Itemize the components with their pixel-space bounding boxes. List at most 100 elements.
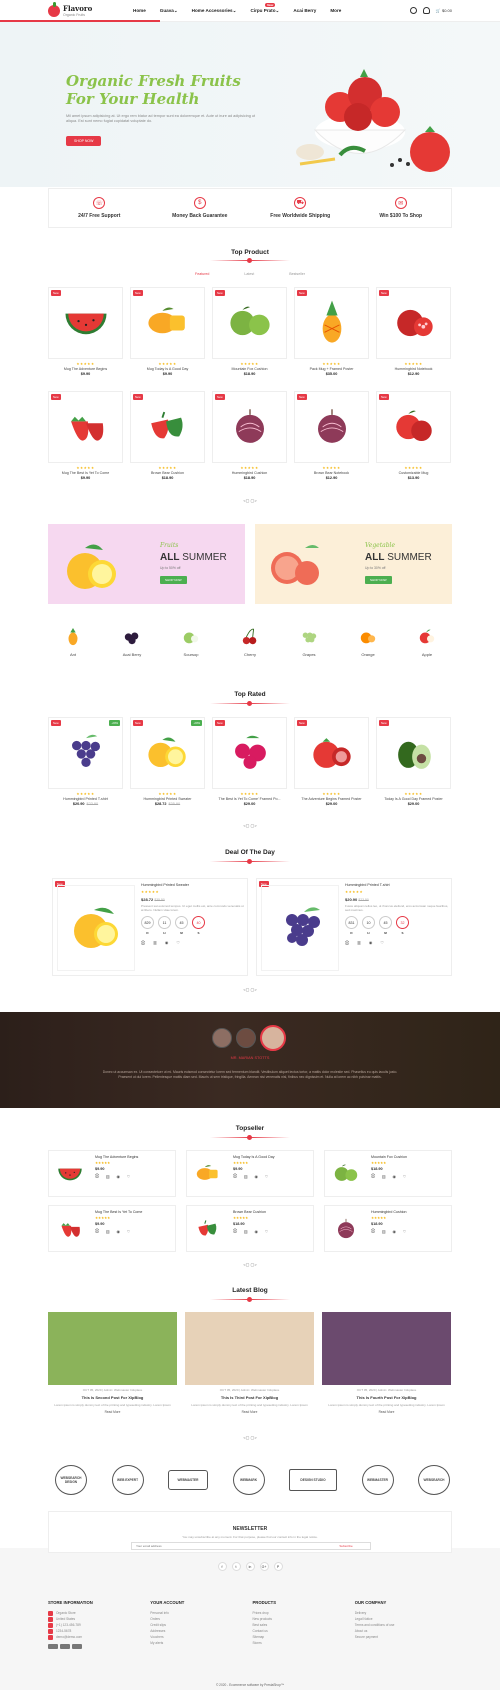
- product-image[interactable]: New: [130, 287, 205, 359]
- quickview-icon[interactable]: ◉: [116, 1229, 119, 1234]
- footer-link[interactable]: Stores: [253, 1640, 350, 1646]
- product-card[interactable]: New ★★★★★ Customizable Mug $13.90: [376, 391, 451, 486]
- blog-post-title[interactable]: This Is Third Post For XipBlog: [185, 1395, 314, 1400]
- product-card[interactable]: New ★★★★★ Pack Mug + Framed Poster $35.00: [294, 287, 369, 382]
- wishlist-icon[interactable]: ♡: [403, 1174, 406, 1179]
- product-card[interactable]: New ★★★★★ The Adventure Begins Framed Post…: [294, 717, 369, 812]
- product-image[interactable]: [330, 1213, 362, 1245]
- product-card[interactable]: New ★★★★★ Hummingbird Cushion $18.90: [212, 391, 287, 486]
- brand-logo[interactable]: WEBMASTER: [361, 1465, 394, 1495]
- product-image[interactable]: New: [294, 287, 369, 359]
- tab-featured[interactable]: Featured: [195, 272, 209, 276]
- brand-logo[interactable]: DESIGN STUDIO: [289, 1469, 337, 1491]
- nav-more[interactable]: More: [330, 8, 341, 14]
- avatar-active[interactable]: [260, 1025, 286, 1051]
- product-name[interactable]: Brown Bear Cushion: [233, 1210, 268, 1214]
- product-card[interactable]: New -20% ★★★★★ Hummingbird Printed T-shirt $…: [48, 717, 123, 812]
- topseller-card[interactable]: Mug The Adventure Begins ★★★★★ $9.90 ⛒ ▥ ◉ ♡: [48, 1150, 176, 1197]
- product-card[interactable]: New ★★★★★ Today Is A Good Day Framed Poste…: [376, 717, 451, 812]
- footer-link[interactable]: Secure payment: [355, 1634, 452, 1640]
- nav-cirpu-prato[interactable]: New Cirpu Prato⌄: [250, 2, 279, 14]
- tab-bestseller[interactable]: Bestseller: [289, 272, 305, 276]
- product-image[interactable]: New: [294, 717, 369, 789]
- read-more-link[interactable]: Read More: [322, 1410, 451, 1414]
- blog-pager[interactable]: <▢ ▢>: [0, 1435, 500, 1440]
- compare-icon[interactable]: ▥: [357, 940, 361, 945]
- topseller-card[interactable]: Hummingbird Cushion ★★★★★ $18.90 ⛒ ▥ ◉ ♡: [324, 1205, 452, 1252]
- product-image[interactable]: New: [376, 717, 451, 789]
- product-name[interactable]: Mug The Adventure Begins: [48, 367, 123, 371]
- quickview-icon[interactable]: ◉: [116, 1174, 119, 1179]
- product-image[interactable]: [192, 1158, 224, 1190]
- product-card[interactable]: New ★★★★★ Mountain Fox Cushion $18.90: [212, 287, 287, 382]
- cart-button[interactable]: 🛒 $0.00: [436, 8, 452, 13]
- product-image[interactable]: [54, 1158, 86, 1190]
- product-image[interactable]: New -20%: [130, 717, 205, 789]
- pinterest-icon[interactable]: P: [273, 1562, 283, 1571]
- product-name[interactable]: The Adventure Begins Framed Poster: [294, 797, 369, 801]
- user-icon[interactable]: [422, 7, 430, 14]
- blog-post-title[interactable]: This Is Fourth Post For XipBlog: [322, 1395, 451, 1400]
- read-more-link[interactable]: Read More: [48, 1410, 177, 1414]
- category-item[interactable]: Acai Berry: [121, 628, 143, 672]
- product-name[interactable]: The Best Is Yet To Come' Framed Po...: [212, 797, 287, 801]
- product-name[interactable]: Hummingbird Printed T-shirt: [48, 797, 123, 801]
- brand-logo[interactable]: WEB EXPERT: [111, 1465, 144, 1495]
- wishlist-icon[interactable]: ♡: [265, 1229, 268, 1234]
- wishlist-icon[interactable]: ♡: [127, 1174, 130, 1179]
- cart-icon[interactable]: ⛒: [233, 1174, 237, 1179]
- product-name[interactable]: Mountain Fox Cushion: [371, 1155, 407, 1159]
- product-card[interactable]: New ★★★★★ Hummingbird Notebook $12.90: [376, 287, 451, 382]
- cart-icon[interactable]: ⛒: [371, 1174, 375, 1179]
- top-rated-pager[interactable]: <▢ ▢>: [0, 823, 500, 828]
- product-image[interactable]: New: [212, 391, 287, 463]
- compare-icon[interactable]: ▥: [153, 940, 157, 945]
- hero-shop-button[interactable]: SHOP NOW: [66, 136, 102, 146]
- compare-icon[interactable]: ▥: [382, 1229, 386, 1234]
- brand-logo[interactable]: WEBSEARCH DESIGN: [55, 1465, 87, 1495]
- cart-icon[interactable]: ⛒: [345, 940, 349, 945]
- product-card[interactable]: New ★★★★★ Mug The Best Is Yet To Come $9.90: [48, 391, 123, 486]
- product-card[interactable]: New ★★★★★ Mug Today Is A Good Day $9.90: [130, 287, 205, 382]
- product-image[interactable]: [192, 1213, 224, 1245]
- brand-logo[interactable]: WEBMASTER: [168, 1470, 208, 1490]
- product-image[interactable]: New: [212, 717, 287, 789]
- avatar[interactable]: [212, 1028, 232, 1048]
- google-plus-icon[interactable]: G+: [259, 1562, 269, 1571]
- compare-icon[interactable]: ▥: [244, 1229, 248, 1234]
- topseller-card[interactable]: Mountain Fox Cushion ★★★★★ $18.90 ⛒ ▥ ◉ ♡: [324, 1150, 452, 1197]
- product-image[interactable]: New: [376, 287, 451, 359]
- product-card[interactable]: New ★★★★★ The Best Is Yet To Come' Framed …: [212, 717, 287, 812]
- wishlist-icon[interactable]: ♡: [380, 940, 384, 945]
- wishlist-icon[interactable]: ♡: [403, 1229, 406, 1234]
- read-more-link[interactable]: Read More: [185, 1410, 314, 1414]
- product-image[interactable]: New: [376, 391, 451, 463]
- product-image[interactable]: [330, 1158, 362, 1190]
- fruits-banner[interactable]: Fruits ALL SUMMER Up to 50% off SHOP NOW: [48, 524, 245, 604]
- product-image[interactable]: New: [294, 391, 369, 463]
- product-card[interactable]: New ★★★★★ Mug The Adventure Begins $9.90: [48, 287, 123, 382]
- category-item[interactable]: Cherry: [239, 628, 261, 672]
- nav-guava[interactable]: Guava⌄: [160, 8, 178, 14]
- quickview-icon[interactable]: ◉: [254, 1229, 257, 1234]
- product-name[interactable]: Mug The Best Is Yet To Come: [48, 471, 123, 475]
- blog-image[interactable]: [48, 1312, 177, 1385]
- brand-logo[interactable]: WEBSEARCH: [418, 1465, 450, 1495]
- compare-icon[interactable]: ▥: [106, 1174, 110, 1179]
- blog-post-title[interactable]: This Is Second Post For XipBlog: [48, 1395, 177, 1400]
- nav-home[interactable]: Home: [133, 8, 146, 14]
- topseller-card[interactable]: Mug The Best Is Yet To Come ★★★★★ $9.90 ⛒ ▥ ◉…: [48, 1205, 176, 1252]
- cart-icon[interactable]: ⛒: [95, 1229, 99, 1234]
- cart-icon[interactable]: ⛒: [233, 1229, 237, 1234]
- product-name[interactable]: Mug Today Is A Good Day: [130, 367, 205, 371]
- topseller-card[interactable]: Brown Bear Cushion ★★★★★ $18.90 ⛒ ▥ ◉ ♡: [186, 1205, 314, 1252]
- footer-link[interactable]: My alerts: [150, 1640, 247, 1646]
- product-image[interactable]: New -20%: [48, 717, 123, 789]
- facebook-icon[interactable]: f: [217, 1562, 227, 1571]
- product-name[interactable]: Mug Today Is A Good Day: [233, 1155, 275, 1159]
- wishlist-icon[interactable]: ♡: [176, 940, 180, 945]
- linkedin-icon[interactable]: in: [245, 1562, 255, 1571]
- blog-post[interactable]: OCT 05, 2020 | Admin: Webmaster Infoplac…: [322, 1312, 451, 1414]
- product-name[interactable]: Mug The Best Is Yet To Come: [95, 1210, 142, 1214]
- wishlist-icon[interactable]: ♡: [265, 1174, 268, 1179]
